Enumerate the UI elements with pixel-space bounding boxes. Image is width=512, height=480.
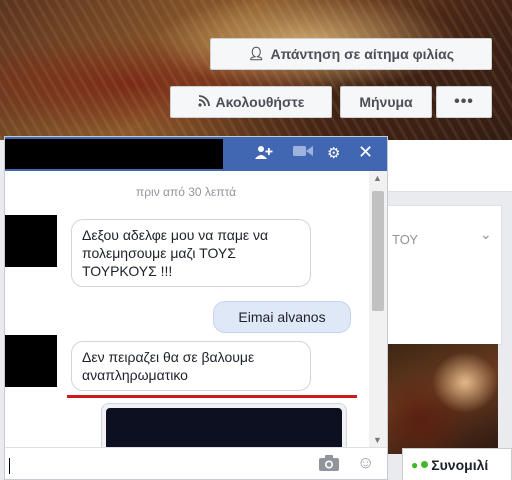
chat-messages[interactable]: πριν από 30 λεπτά Δεξου αδελφε μου να πα… (5, 171, 387, 447)
emoji-icon[interactable]: ☺ (357, 453, 374, 473)
online-status-icon (421, 461, 429, 468)
redacted-contact-name[interactable] (5, 139, 223, 169)
chevron-down-icon[interactable]: ⌄ (480, 226, 492, 243)
gear-icon[interactable]: ⚙ (327, 144, 340, 164)
image-message[interactable] (101, 403, 347, 447)
scroll-down-arrow-icon[interactable]: ▼ (373, 435, 382, 445)
scroll-thumb[interactable] (372, 191, 384, 311)
scroll-up-arrow-icon[interactable]: ▲ (373, 173, 382, 183)
person-add-icon: 👤︎ (247, 46, 265, 61)
cover-photo (0, 0, 512, 140)
outgoing-message: Eimai alvanos (213, 301, 351, 333)
camera-icon[interactable] (319, 455, 339, 475)
more-options-button[interactable]: ••• (436, 86, 492, 118)
respond-friend-request-button[interactable]: 👤︎ Απάντηση σε αίτημα φιλίας (210, 38, 492, 70)
avatar[interactable] (5, 335, 57, 387)
text-caret (9, 458, 10, 474)
video-icon[interactable] (293, 144, 313, 164)
avatar[interactable] (5, 215, 57, 267)
message-line: Δεξου αδελφε μου να παμε να (82, 227, 269, 243)
follow-button[interactable]: Ακολουθήστε (170, 86, 332, 118)
message-line: Δεν πειραζει θα σε βαλουμε (82, 349, 255, 365)
message-timestamp: πριν από 30 λεπτά (135, 185, 237, 199)
more-label: ••• (454, 93, 474, 110)
chat-scrollbar[interactable]: ▲ ▼ (369, 171, 387, 447)
message-composer[interactable]: ☺ (5, 447, 387, 479)
incoming-message: Δεξου αδελφε μου να παμε να πολεμησουμε … (71, 219, 311, 287)
message-line: ΤΟΥΡΚΟΥΣ !!! (82, 263, 173, 279)
message-line: πολεμησουμε μαζι ΤΟΥΣ (82, 245, 236, 261)
close-icon[interactable]: ✕ (358, 142, 373, 162)
add-friend-icon[interactable] (255, 144, 273, 166)
message-line: Eimai alvanos (238, 309, 326, 325)
person-icon: ● (411, 457, 419, 472)
red-underline-annotation (67, 395, 357, 398)
rss-icon (197, 94, 210, 110)
image-attachment[interactable] (106, 408, 342, 447)
message-line: αναπληρωματικο (82, 367, 188, 383)
message-label: Μήνυμα (359, 94, 413, 110)
page-nav-strip (384, 140, 512, 192)
photo-thumbnail[interactable] (388, 344, 498, 454)
follow-label: Ακολουθήστε (215, 94, 305, 110)
chat-window: ⚙ ✕ πριν από 30 λεπτά Δεξου αδελφε μου ν… (4, 136, 388, 480)
chat-sidebar-button[interactable]: ● Συνομιλί (402, 448, 512, 480)
respond-friend-request-label: Απάντηση σε αίτημα φιλίας (270, 46, 455, 62)
message-button[interactable]: Μήνυμα (340, 86, 432, 118)
chat-sidebar-label: Συνομιλί (431, 456, 489, 473)
intro-partial-text: του (392, 232, 419, 247)
chat-header[interactable]: ⚙ ✕ (5, 137, 387, 171)
incoming-message: Δεν πειραζει θα σε βαλουμε αναπληρωματικ… (71, 341, 311, 391)
